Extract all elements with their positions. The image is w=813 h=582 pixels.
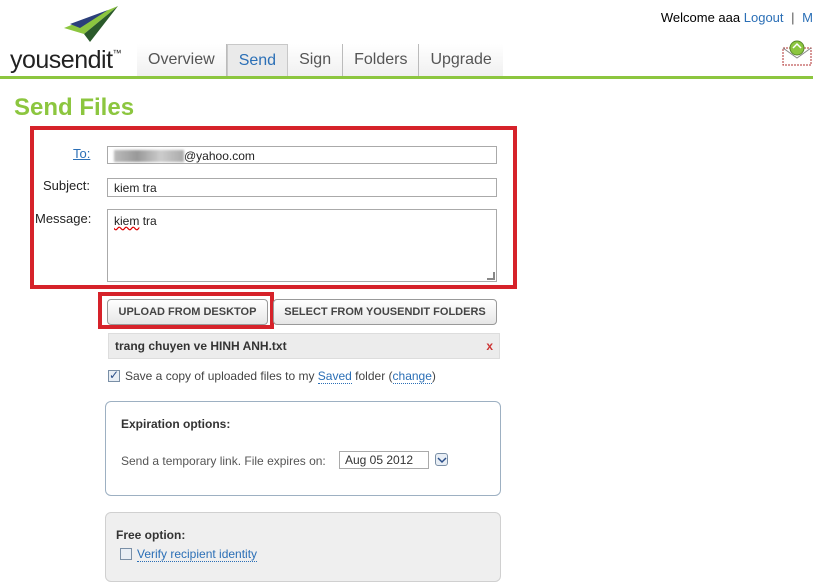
to-label[interactable]: To: <box>73 146 90 161</box>
file-name: trang chuyen ve HINH ANH.txt <box>115 339 287 353</box>
main-tabs: Overview Send Sign Folders Upgrade <box>137 44 503 77</box>
expiration-panel: Expiration options: Send a temporary lin… <box>105 401 501 496</box>
free-option-title: Free option: <box>116 528 186 542</box>
tab-sign[interactable]: Sign <box>288 44 344 76</box>
subject-label: Subject: <box>43 178 90 193</box>
message-word-tra: tra <box>142 214 157 228</box>
message-word-kiem: kiem <box>114 214 140 228</box>
yousendit-logo[interactable]: yousendit™ <box>10 6 130 75</box>
header-divider <box>0 76 813 79</box>
subject-field[interactable]: kiem tra <box>107 178 497 197</box>
user-menu: Welcome aaa Logout | M <box>661 10 813 25</box>
message-label: Message: <box>35 211 92 226</box>
tab-upgrade[interactable]: Upgrade <box>419 44 503 76</box>
free-option-panel: Free option: Verify recipient identity <box>105 512 501 582</box>
verify-recipient-link[interactable]: Verify recipient identity <box>137 547 258 562</box>
resize-handle[interactable] <box>487 272 495 280</box>
save-copy-text: Save a copy of uploaded files to my <box>125 369 315 383</box>
select-from-folders-button[interactable]: SELECT FROM YOUSENDIT FOLDERS <box>273 299 497 325</box>
logo-trademark: ™ <box>112 48 122 58</box>
tab-folders[interactable]: Folders <box>343 44 420 76</box>
to-field[interactable]: @yahoo.com <box>107 146 497 164</box>
expiration-title: Expiration options: <box>121 417 231 431</box>
envelope-icon[interactable] <box>782 40 812 66</box>
tab-overview[interactable]: Overview <box>137 44 227 76</box>
tab-send[interactable]: Send <box>226 44 289 77</box>
logout-link[interactable]: Logout <box>744 10 784 25</box>
uploaded-file-row: trang chuyen ve HINH ANH.txt x <box>108 333 500 359</box>
redacted-email <box>114 150 184 162</box>
extra-link[interactable]: M <box>802 10 813 25</box>
header: yousendit™ Welcome aaa Logout | M Overvi… <box>0 0 813 80</box>
to-value: @yahoo.com <box>184 149 255 163</box>
chevron-down-icon <box>437 457 447 464</box>
verify-recipient-checkbox[interactable] <box>120 548 132 560</box>
date-dropdown-button[interactable] <box>435 453 448 466</box>
expiration-text: Send a temporary link. File expires on: <box>121 454 326 468</box>
logo-text: yousendit <box>10 46 113 74</box>
paper-plane-icon <box>64 6 118 42</box>
page-title: Send Files <box>14 94 135 121</box>
remove-file-icon[interactable]: x <box>486 339 493 353</box>
verify-row: Verify recipient identity <box>120 547 258 562</box>
save-copy-row: Save a copy of uploaded files to my Save… <box>108 368 436 384</box>
logo-wordmark: yousendit™ <box>10 46 122 75</box>
save-copy-text-after: ) <box>431 369 436 383</box>
saved-folder-link[interactable]: Saved <box>317 369 352 384</box>
upload-from-desktop-button[interactable]: UPLOAD FROM DESKTOP <box>107 299 268 325</box>
change-folder-link[interactable]: change <box>392 369 432 384</box>
welcome-text: Welcome aaa <box>660 10 741 25</box>
save-copy-text-mid: folder ( <box>355 369 393 383</box>
separator: | <box>791 10 795 25</box>
message-field[interactable]: kiem tra <box>107 209 497 282</box>
expiration-date-field[interactable]: Aug 05 2012 <box>339 451 429 469</box>
save-copy-checkbox[interactable] <box>108 368 120 382</box>
